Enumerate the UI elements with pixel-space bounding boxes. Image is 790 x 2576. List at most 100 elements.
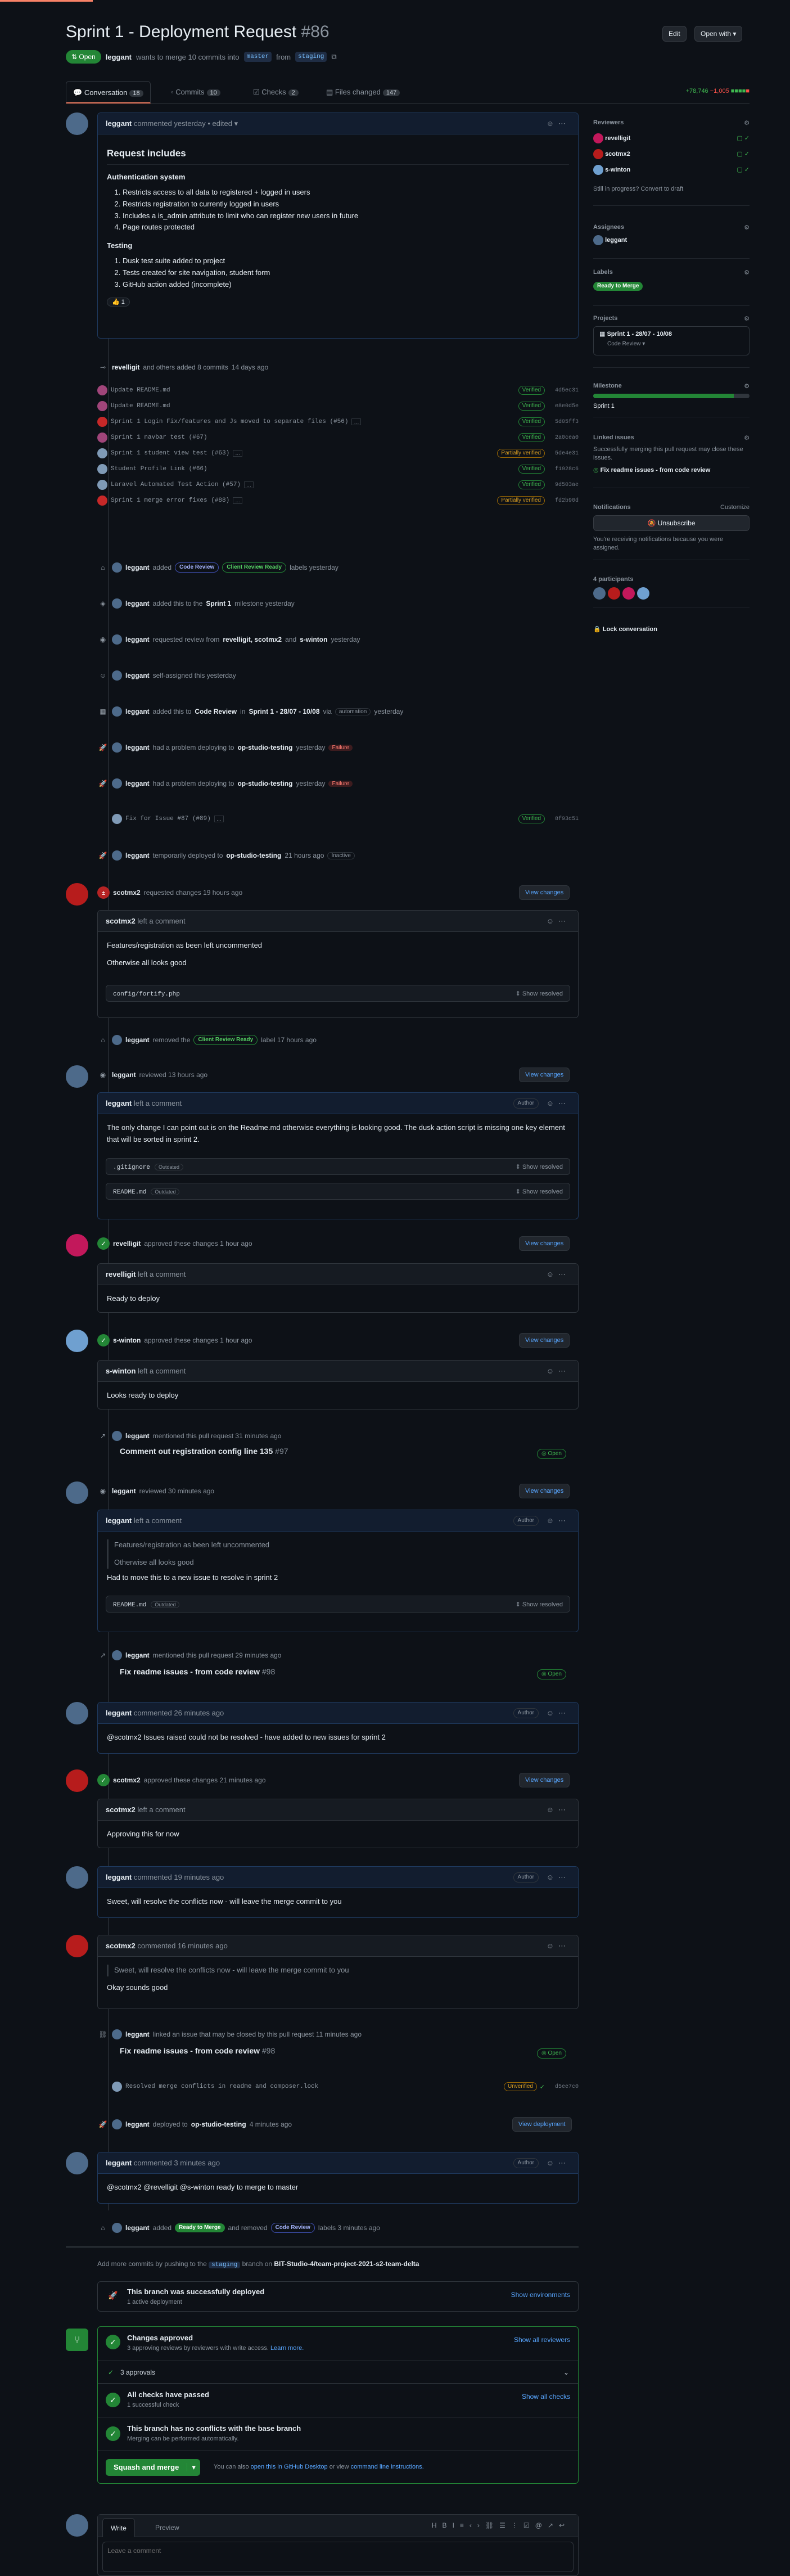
comment-author[interactable]: scotmx2 [106,1942,136,1950]
commit-sha[interactable]: 8f93c51 [555,816,579,822]
linked-issue[interactable]: Fix readme issues - from code review #98 [120,2046,275,2055]
smiley-icon[interactable]: ☺ [547,1099,558,1107]
milestone-name[interactable]: Sprint 1 [593,403,750,409]
kebab-icon[interactable]: ⋯ [558,1805,570,1814]
event-actor[interactable]: s-winton [113,1336,141,1344]
avatar[interactable] [66,112,88,135]
avatar[interactable] [66,2152,88,2174]
kebab-icon[interactable]: ⋯ [558,1873,570,1881]
avatar[interactable] [66,1481,88,1504]
project-column[interactable]: Code Review ▾ [607,341,743,347]
view-changes-button[interactable]: View changes [519,1484,570,1498]
mentioned-pr[interactable]: Comment out registration config line 135… [120,1447,288,1456]
review-file[interactable]: .gitignore Outdated ⇕ Show resolved [106,1158,570,1175]
ellipsis-button[interactable]: … [214,816,224,822]
smiley-icon[interactable]: ☺ [547,2159,558,2167]
head-branch[interactable]: staging [295,52,327,62]
linked-issue-title[interactable]: Fix readme issues - from code review [601,467,711,474]
commit-sha[interactable]: e8e0d5e [555,403,579,409]
commit-message[interactable]: Sprint 1 Login Fix/features and Js moved… [111,418,348,425]
reply-icon[interactable]: ↩ [559,2521,570,2529]
commit-message[interactable]: Resolved merge conflicts in readme and c… [125,2083,318,2090]
copy-icon[interactable]: ⧉ [331,52,336,61]
head-branch[interactable]: staging [209,2262,241,2268]
italic-icon[interactable]: I [453,2521,460,2529]
tab-conversation[interactable]: 💬 Conversation 18 [66,81,151,103]
kebab-icon[interactable]: ⋯ [558,1516,570,1525]
commit-sha[interactable]: 2a0cea0 [555,435,579,441]
file-path[interactable]: README.md [113,1189,146,1196]
linked-issue-title[interactable]: Fix readme issues - from code review [120,2046,260,2055]
heading-icon[interactable]: H [432,2521,443,2529]
comment-actions[interactable]: ☺⋯ [547,1510,570,1532]
comment-author[interactable]: scotmx2 [106,1805,136,1814]
comment-author[interactable]: leggant [106,2159,132,2167]
review-file[interactable]: README.md Outdated ⇕ Show resolved [106,1182,570,1200]
comment-author[interactable]: scotmx2 [106,917,136,925]
task-list-icon[interactable]: ☑ [523,2521,535,2529]
commit-message[interactable]: Fix for Issue #87 (#89) [125,816,211,822]
smiley-icon[interactable]: ☺ [547,119,558,128]
tab-files-changed[interactable]: ▤ Files changed 147 [319,81,407,103]
approvals-row[interactable]: ✓ 3 approvals ⌄ [98,2361,578,2383]
smiley-icon[interactable]: ☺ [547,1942,558,1950]
linked-issue[interactable]: ◎ Fix readme issues - from code review [593,466,750,474]
review-file[interactable]: README.md Outdated ⇕ Show resolved [106,1596,570,1613]
project-card[interactable]: ▦ Sprint 1 - 28/07 - 10/08 Code Review ▾ [593,326,750,355]
repo-link[interactable]: BIT-Studio-4/team-project-2021-s2-team-d… [274,2260,419,2268]
smiley-icon[interactable]: ☺ [547,1516,558,1525]
comment-actions[interactable]: ☺⋯ [547,1867,570,1888]
avatar[interactable] [66,1935,88,1957]
event-actor[interactable]: revelligit [113,1240,141,1248]
event-actor[interactable]: leggant [125,1432,150,1440]
view-changes-button[interactable]: View changes [519,1236,570,1251]
label-client-review-ready[interactable]: Client Review Ready [222,562,287,573]
comment-author[interactable]: leggant [106,119,132,128]
kebab-icon[interactable]: ⋯ [558,2159,570,2167]
kebab-icon[interactable]: ⋯ [558,1270,570,1278]
environment-link[interactable]: op-studio-testing [191,2120,246,2128]
commit-sha[interactable]: d5ee7c0 [555,2084,579,2090]
verified-badge[interactable]: Verified [518,433,545,442]
smiley-icon[interactable]: ☺ [547,1805,558,1814]
event-actor[interactable]: leggant [125,672,150,679]
project-name[interactable]: Sprint 1 - 28/07 - 10/08 [607,331,672,337]
kebab-icon[interactable]: ⋯ [558,1367,570,1375]
cli-link[interactable]: command line instructions. [351,2464,424,2470]
label-code-review[interactable]: Code Review [175,562,219,573]
bold-icon[interactable]: B [443,2521,453,2529]
comment-author[interactable]: leggant [106,1873,132,1881]
event-actor[interactable]: leggant [125,636,150,643]
commit-sha[interactable]: 5de4e31 [555,451,579,457]
event-actor[interactable]: leggant [125,600,150,607]
commit-sha[interactable]: 4d5ec31 [555,388,579,394]
mention-icon[interactable]: @ [535,2521,548,2529]
event-actor[interactable]: leggant [125,2120,150,2128]
milestone-link[interactable]: Sprint 1 [206,600,231,607]
event-actor[interactable]: revelligit [112,363,139,371]
mentioned-pr-title[interactable]: Fix readme issues - from code review [120,1667,260,1676]
avatar[interactable] [622,587,635,600]
ellipsis-button[interactable]: … [233,450,243,457]
verified-badge[interactable]: Verified [518,402,545,411]
event-actor[interactable]: leggant [125,1651,150,1659]
link-icon[interactable]: ⛓ [485,2521,499,2529]
kebab-icon[interactable]: ⋯ [558,1942,570,1950]
show-resolved[interactable]: ⇕ Show resolved [516,1596,563,1613]
learn-more-link[interactable]: Learn more. [270,2345,304,2352]
reviewer-name[interactable]: scotmx2 [605,151,630,157]
unverified-badge[interactable]: Unverified [503,2082,537,2091]
avatar[interactable] [66,883,88,906]
event-actor[interactable]: leggant [112,1487,136,1495]
preview-tab[interactable]: Preview [147,2518,187,2537]
show-resolved[interactable]: ⇕ Show resolved [516,1183,563,1200]
show-resolved[interactable]: ⇕ Show resolved [516,985,563,1002]
review-file[interactable]: config/fortify.php ⇕ Show resolved [106,984,570,1002]
comment-actions[interactable]: ☺⋯ [547,1264,570,1285]
base-branch[interactable]: master [243,52,272,62]
assignee-name[interactable]: leggant [605,237,627,244]
comment-actions[interactable]: ☺⋯ [547,911,570,932]
avatar[interactable] [66,1234,88,1257]
comment-actions[interactable]: ☺⋯ [547,1799,570,1821]
label-code-review[interactable]: Code Review [270,2223,315,2233]
